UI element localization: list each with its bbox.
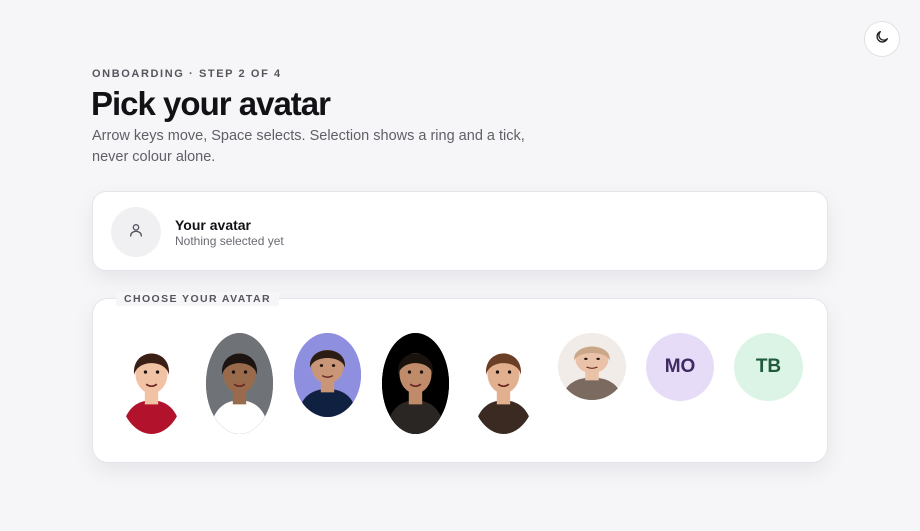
- avatar-option-3[interactable]: [294, 333, 361, 417]
- avatar-option-2[interactable]: [206, 333, 273, 434]
- avatar-chooser: [92, 298, 828, 463]
- page-title: Pick your avatar: [91, 85, 331, 122]
- avatar-portrait: [558, 333, 626, 400]
- avatar-portrait: [382, 333, 449, 434]
- avatar-option-5[interactable]: [470, 333, 537, 434]
- avatar-option-1[interactable]: [118, 333, 185, 434]
- avatar-initials: MO: [664, 356, 696, 377]
- avatar-initials: TB: [755, 356, 782, 377]
- avatar-placeholder: [111, 207, 161, 257]
- avatar-option-6[interactable]: [558, 333, 626, 400]
- current-avatar-card: Your avatar Nothing selected yet: [92, 191, 828, 271]
- avatar-portrait: [206, 333, 273, 434]
- chooser-legend: CHOOSE YOUR AVATAR: [116, 292, 279, 306]
- moon-icon: [874, 29, 890, 50]
- theme-toggle-button[interactable]: [864, 21, 900, 57]
- instructions: Arrow keys move, Space selects. Selectio…: [92, 128, 525, 165]
- avatar-option-8[interactable]: TB: [734, 333, 803, 401]
- user-icon: [128, 222, 144, 243]
- avatar-option-4[interactable]: [382, 333, 449, 434]
- step-indicator: ONBOARDING · STEP 2 OF 4: [92, 68, 282, 80]
- avatar-portrait: [294, 333, 361, 417]
- avatar-portrait: [118, 333, 185, 434]
- current-avatar-title: Your avatar: [175, 217, 251, 233]
- avatar-option-7[interactable]: MO: [646, 333, 714, 401]
- selection-status: Nothing selected yet: [175, 234, 284, 248]
- avatar-portrait: [470, 333, 537, 434]
